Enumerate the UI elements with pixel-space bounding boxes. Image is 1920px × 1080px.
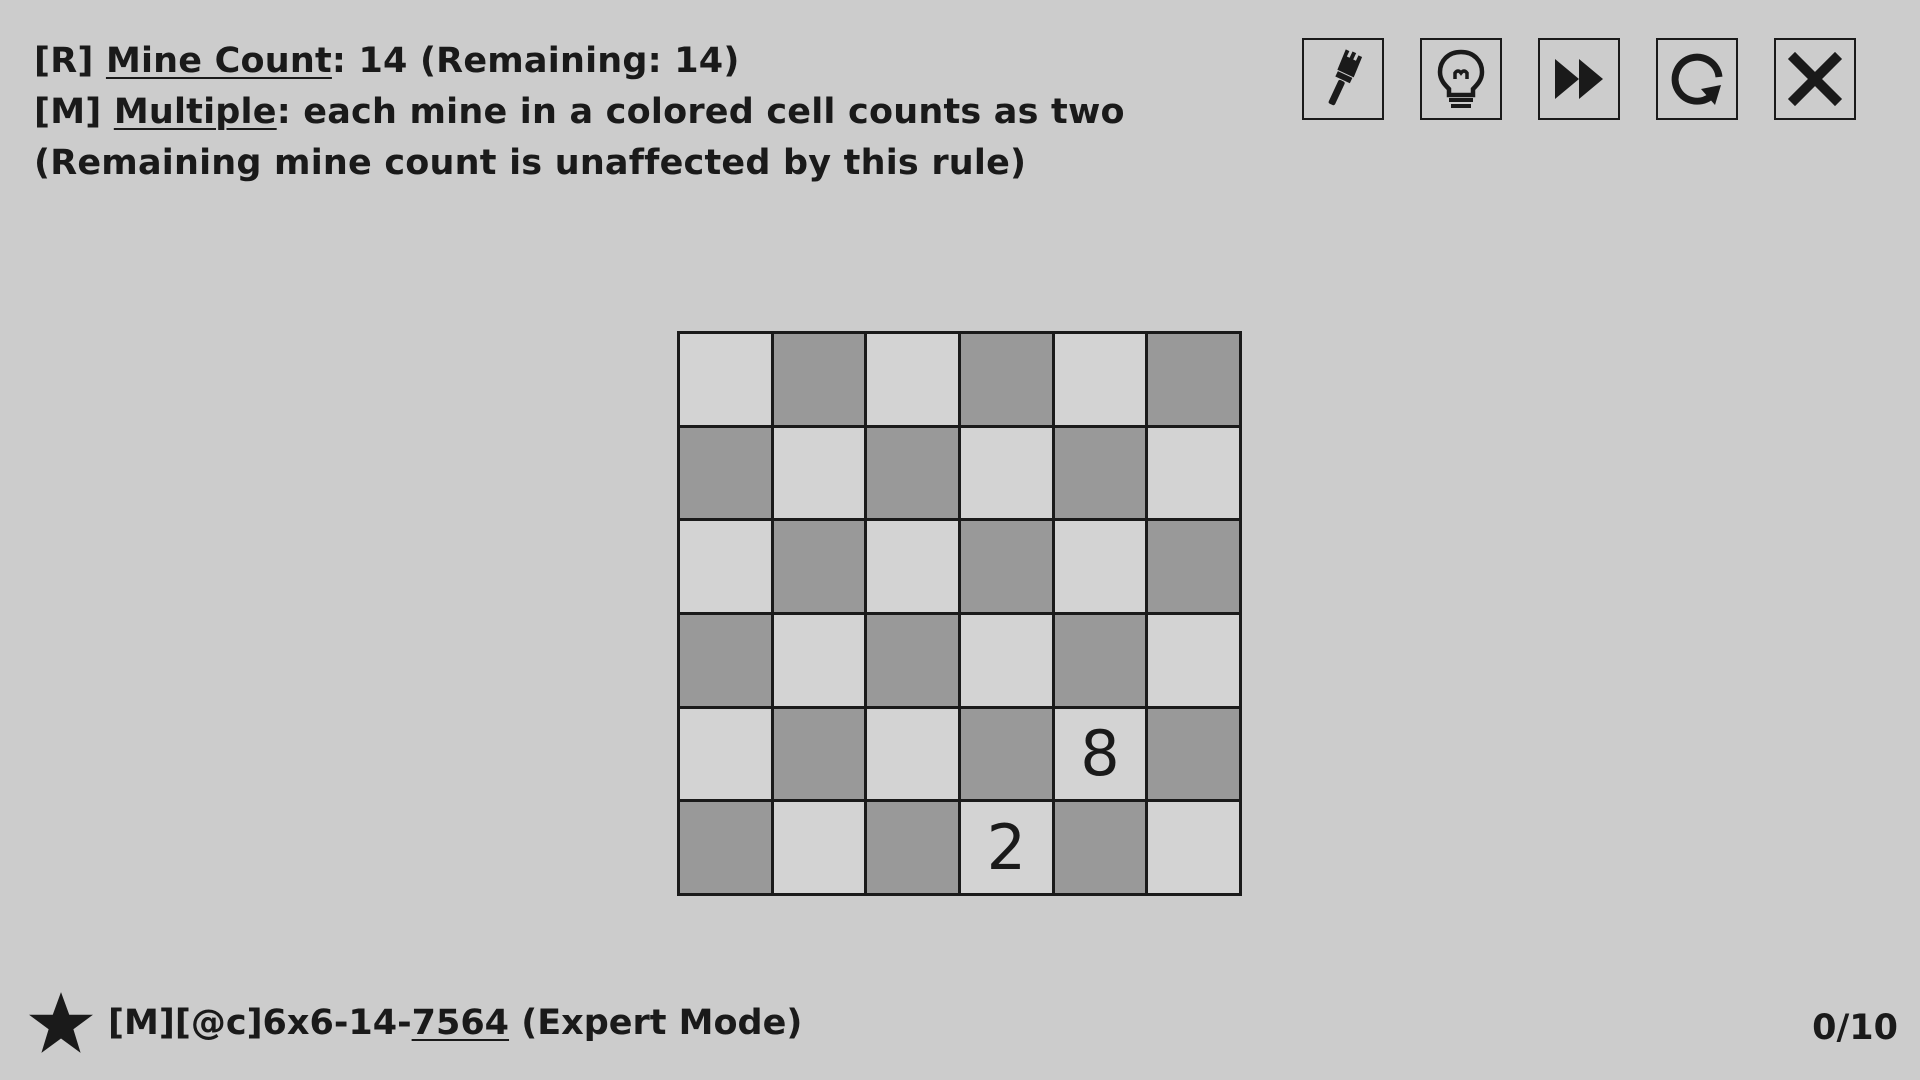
star-icon[interactable]: [28, 990, 94, 1056]
board-cell[interactable]: [680, 521, 771, 612]
board-cell[interactable]: [1148, 708, 1239, 800]
board-cell[interactable]: [773, 521, 865, 612]
close-icon: [1787, 51, 1843, 107]
rule-note: (Remaining mine count is unaffected by t…: [34, 143, 1027, 183]
rule-mine-count: [R] Mine Count: 14 (Remaining: 14): [34, 36, 1125, 87]
board-cell[interactable]: [867, 802, 958, 893]
rules-panel: [R] Mine Count: 14 (Remaining: 14) [M] M…: [34, 36, 1125, 189]
rule-multiple: [M] Multiple: each mine in a colored cel…: [34, 87, 1125, 138]
board-cell[interactable]: [773, 614, 865, 706]
toolbar: [1302, 38, 1856, 120]
board-cell[interactable]: [1054, 427, 1146, 519]
close-button[interactable]: [1774, 38, 1856, 120]
board-cell[interactable]: [867, 334, 958, 425]
rule-tag: [M]: [34, 92, 114, 132]
puzzle-mode: (Expert Mode): [509, 1003, 803, 1043]
minesweeper-board: 82: [677, 331, 1242, 896]
board-cell[interactable]: [960, 334, 1052, 425]
board-cell[interactable]: [960, 614, 1052, 706]
board-cell[interactable]: [773, 802, 865, 893]
board-cell[interactable]: [773, 708, 865, 800]
board-cell[interactable]: [1148, 427, 1239, 519]
puzzle-id: [M][@c]6x6-14-7564 (Expert Mode): [108, 1003, 802, 1043]
board-cell[interactable]: 2: [960, 802, 1052, 893]
hint-button[interactable]: [1420, 38, 1502, 120]
board-cell[interactable]: [1148, 521, 1239, 612]
board-cell[interactable]: 8: [1054, 708, 1146, 800]
board-cell[interactable]: [1054, 802, 1146, 893]
board-cell[interactable]: [1054, 521, 1146, 612]
paint-brush-button[interactable]: [1302, 38, 1384, 120]
board-cell[interactable]: [680, 802, 771, 893]
board-cell[interactable]: [960, 521, 1052, 612]
restart-button[interactable]: [1656, 38, 1738, 120]
progress-counter: 0/10: [1812, 1008, 1898, 1048]
board-cell[interactable]: [960, 427, 1052, 519]
board-cell[interactable]: [867, 521, 958, 612]
board-cell[interactable]: [867, 614, 958, 706]
puzzle-prefix: [M][@c]6x6-14-: [108, 1003, 412, 1043]
fast-forward-button[interactable]: [1538, 38, 1620, 120]
board-cell[interactable]: [1054, 334, 1146, 425]
board-cell[interactable]: [1054, 614, 1146, 706]
puzzle-info: [M][@c]6x6-14-7564 (Expert Mode): [28, 990, 802, 1056]
board-cell[interactable]: [960, 708, 1052, 800]
board-cell[interactable]: [773, 334, 865, 425]
mine-count-value: : 14 (Remaining: 14): [331, 41, 740, 81]
board-cell[interactable]: [680, 427, 771, 519]
lightbulb-icon: [1437, 49, 1485, 108]
fast-forward-icon: [1555, 59, 1603, 99]
board-cell[interactable]: [867, 427, 958, 519]
board-cell[interactable]: [680, 334, 771, 425]
game-screen: [R] Mine Count: 14 (Remaining: 14) [M] M…: [0, 0, 1920, 1080]
board-cell[interactable]: [1148, 614, 1239, 706]
multiple-link[interactable]: Multiple: [114, 92, 277, 132]
board-cell[interactable]: [773, 427, 865, 519]
rule-tag: [R]: [34, 41, 106, 81]
mine-count-link[interactable]: Mine Count: [106, 41, 332, 81]
restart-icon: [1671, 53, 1723, 105]
board-cell[interactable]: [867, 708, 958, 800]
board-cell[interactable]: [1148, 334, 1239, 425]
puzzle-seed-link[interactable]: 7564: [412, 1003, 509, 1043]
brush-icon: [1328, 49, 1363, 106]
board-cell[interactable]: [680, 614, 771, 706]
board-cell[interactable]: [680, 708, 771, 800]
multiple-description: : each mine in a colored cell counts as …: [276, 92, 1125, 132]
board-cell[interactable]: [1148, 802, 1239, 893]
